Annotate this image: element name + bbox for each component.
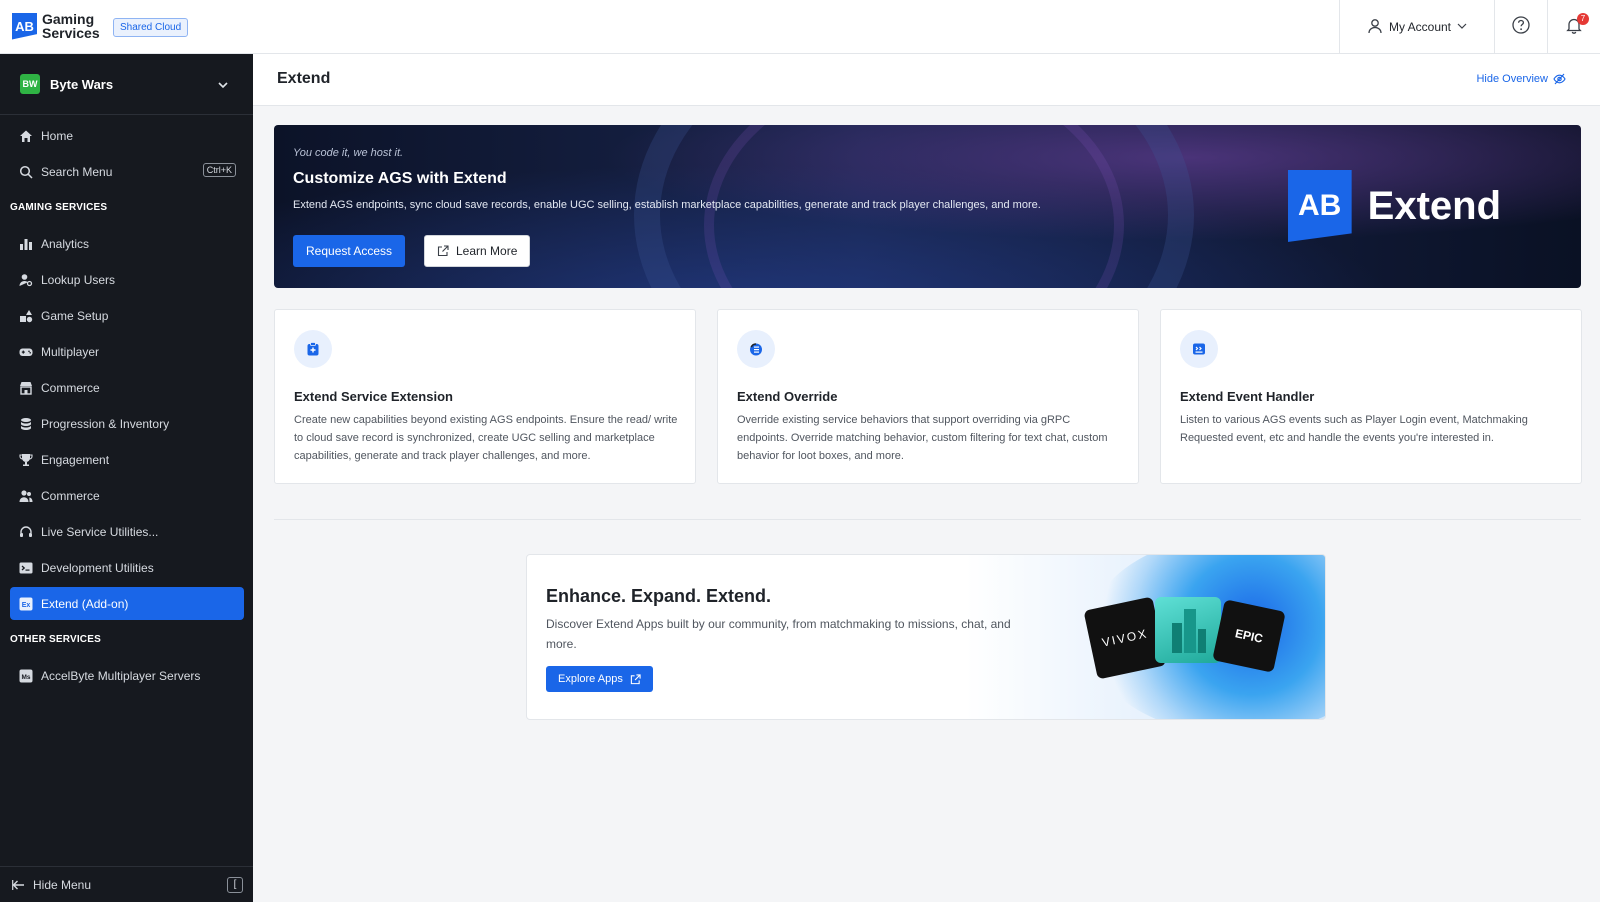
project-name: Byte Wars xyxy=(50,76,114,92)
extend-logo: AB Extend xyxy=(1287,170,1501,242)
trophy-icon xyxy=(19,453,33,467)
promo-title: Enhance. Expand. Extend. xyxy=(546,586,772,606)
my-account-label: My Account xyxy=(1388,20,1452,34)
sidebar-item-analytics[interactable]: Analytics xyxy=(10,227,244,260)
eye-off-icon xyxy=(1553,73,1566,85)
svg-text:Ms: Ms xyxy=(21,674,30,681)
sidebar-item-game-setup[interactable]: Game Setup xyxy=(10,299,244,332)
external-link-icon xyxy=(437,245,449,257)
bar-chart-icon xyxy=(19,237,33,251)
hide-overview-link[interactable]: Hide Overview xyxy=(1476,73,1566,85)
section-gaming-services: GAMING SERVICES xyxy=(10,202,108,213)
sidebar-item-commerce-2[interactable]: Commerce xyxy=(10,479,244,512)
user-icon xyxy=(1367,18,1383,37)
search-icon xyxy=(19,165,33,179)
chevron-down-icon xyxy=(1457,20,1467,34)
override-icon xyxy=(737,330,775,368)
sidebar-item-progression-inventory[interactable]: Progression & Inventory xyxy=(10,407,244,440)
help-icon xyxy=(1511,15,1531,40)
app-tile-icon xyxy=(1155,597,1221,663)
card-override: Extend Override Override existing servic… xyxy=(717,309,1139,484)
help-button[interactable] xyxy=(1494,0,1547,54)
sidebar-item-engagement[interactable]: Engagement xyxy=(10,443,244,476)
sidebar-item-commerce[interactable]: Commerce xyxy=(10,371,244,404)
section-other-services: OTHER SERVICES xyxy=(10,634,101,645)
project-avatar: BW xyxy=(20,74,40,94)
user-search-icon xyxy=(19,273,33,287)
page-header: Extend Hide Overview xyxy=(253,54,1600,106)
main-content: Extend Hide Overview You code it, we hos… xyxy=(253,54,1600,902)
extend-apps-promo: Enhance. Expand. Extend. Discover Extend… xyxy=(526,554,1326,720)
learn-more-button[interactable]: Learn More xyxy=(424,235,531,267)
extend-logo-icon: AB xyxy=(1287,170,1352,242)
ms-icon: Ms xyxy=(19,669,33,683)
sidebar-item-accelbyte-multiplayer-servers[interactable]: Ms AccelByte Multiplayer Servers xyxy=(10,659,244,692)
database-icon xyxy=(19,417,33,431)
app-logo[interactable]: AB Gaming Services xyxy=(12,12,100,40)
hero-description: Extend AGS endpoints, sync cloud save re… xyxy=(293,199,1041,211)
my-account-menu[interactable]: My Account xyxy=(1339,0,1494,54)
sidebar-item-extend-addon[interactable]: Ex Extend (Add-on) xyxy=(10,587,244,620)
notifications-button[interactable]: 7 xyxy=(1547,0,1600,54)
gamepad-icon xyxy=(19,345,33,359)
card-title: Extend Service Extension xyxy=(294,389,453,404)
card-title: Extend Event Handler xyxy=(1180,389,1315,404)
request-access-button[interactable]: Request Access xyxy=(293,235,406,267)
terminal-icon xyxy=(19,561,33,575)
top-right-actions: My Account 7 xyxy=(1339,0,1600,54)
users-icon xyxy=(19,489,33,503)
sidebar-item-multiplayer[interactable]: Multiplayer xyxy=(10,335,244,368)
sidebar: BW Byte Wars Home Search Menu Ctrl+K GAM… xyxy=(0,54,253,902)
accelbyte-logo-icon: AB xyxy=(12,12,37,40)
service-extension-icon xyxy=(294,330,332,368)
sidebar-item-home[interactable]: Home xyxy=(10,119,244,152)
promo-description: Discover Extend Apps built by our commun… xyxy=(546,617,1011,651)
epic-logo-tile: EPIC xyxy=(1212,599,1286,673)
sidebar-item-lookup-users[interactable]: Lookup Users xyxy=(10,263,244,296)
hero-tagline: You code it, we host it. xyxy=(293,147,404,159)
headset-icon xyxy=(19,525,33,539)
store-icon xyxy=(19,381,33,395)
logo-text: Gaming Services xyxy=(42,11,100,41)
card-description: Listen to various AGS events such as Pla… xyxy=(1180,414,1528,444)
shapes-icon xyxy=(19,309,33,323)
search-shortcut-key: Ctrl+K xyxy=(202,163,236,177)
notification-count-badge: 7 xyxy=(1577,13,1589,25)
card-description: Override existing service behaviors that… xyxy=(737,414,1108,462)
arrow-left-icon xyxy=(12,879,25,891)
chevron-down-icon xyxy=(217,78,229,96)
card-description: Create new capabilities beyond existing … xyxy=(294,414,678,462)
sidebar-item-live-service-utilities[interactable]: Live Service Utilities... xyxy=(10,515,244,548)
page-title: Extend xyxy=(277,70,331,87)
hide-menu-shortcut-key: [ xyxy=(227,877,243,893)
external-link-icon xyxy=(630,673,641,685)
card-title: Extend Override xyxy=(737,389,838,404)
hide-menu-button[interactable]: Hide Menu [ xyxy=(0,866,253,902)
svg-text:Ex: Ex xyxy=(22,602,31,609)
card-event-handler: Extend Event Handler Listen to various A… xyxy=(1160,309,1582,484)
hero-title: Customize AGS with Extend xyxy=(293,170,507,187)
card-service-extension: Extend Service Extension Create new capa… xyxy=(274,309,696,484)
extend-icon: Ex xyxy=(19,597,33,611)
project-selector[interactable]: BW Byte Wars xyxy=(0,54,253,115)
section-divider xyxy=(274,519,1581,520)
extend-logo-text: Extend xyxy=(1367,183,1501,228)
sidebar-item-development-utilities[interactable]: Development Utilities xyxy=(10,551,244,584)
event-handler-icon xyxy=(1180,330,1218,368)
home-icon xyxy=(19,129,33,143)
top-bar: AB Gaming Services Shared Cloud My Accou… xyxy=(0,0,1600,54)
sidebar-item-search-menu[interactable]: Search Menu Ctrl+K xyxy=(10,155,244,188)
environment-badge: Shared Cloud xyxy=(113,18,189,37)
extend-hero-banner: You code it, we host it. Customize AGS w… xyxy=(274,125,1581,288)
explore-apps-button[interactable]: Explore Apps xyxy=(546,666,653,692)
